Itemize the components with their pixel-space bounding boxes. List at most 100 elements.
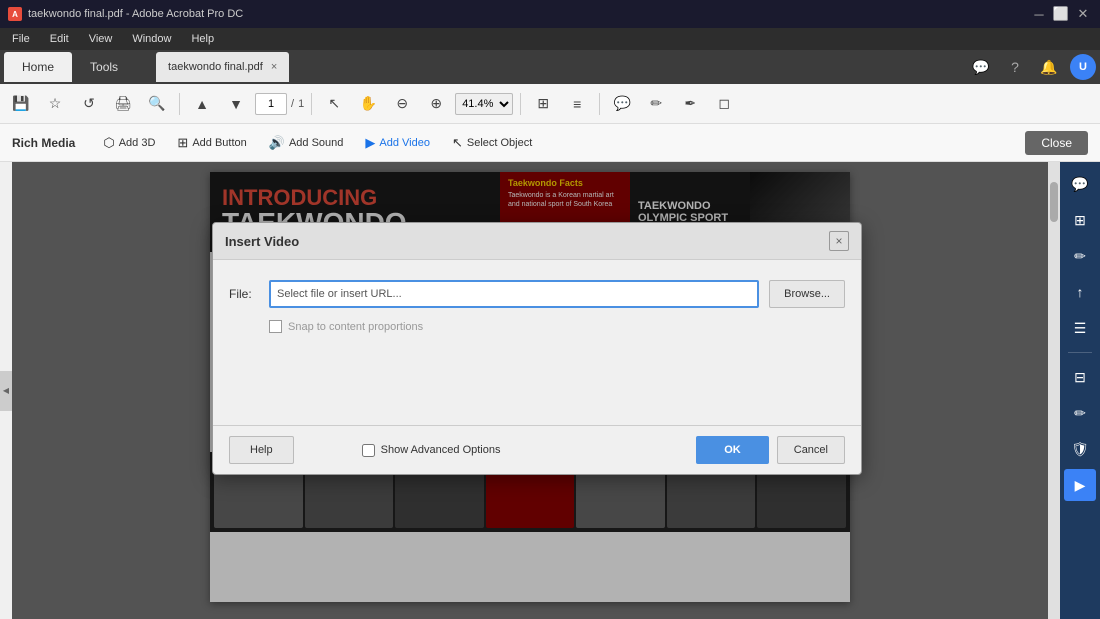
- add-3d-button[interactable]: ⬡ Add 3D: [93, 129, 165, 157]
- restore-button[interactable]: ⬜: [1052, 5, 1070, 23]
- rp-comment-button[interactable]: 💬: [1064, 168, 1096, 200]
- zoom-in-button[interactable]: ⊕: [421, 89, 451, 119]
- app-icon: A: [8, 7, 22, 21]
- file-input[interactable]: [269, 280, 759, 308]
- scroll-thumb[interactable]: [1050, 182, 1058, 222]
- file-label: File:: [229, 287, 259, 301]
- prev-page-button[interactable]: ▲: [187, 89, 217, 119]
- tab-home[interactable]: Home: [4, 52, 72, 82]
- vertical-scrollbar[interactable]: [1048, 162, 1060, 619]
- chat-icon[interactable]: 💬: [968, 54, 994, 80]
- snap-label: Snap to content proportions: [288, 321, 423, 333]
- browse-button[interactable]: Browse...: [769, 280, 845, 308]
- rp-redact-button[interactable]: ✏: [1064, 397, 1096, 429]
- file-row: File: Browse...: [229, 280, 845, 308]
- signature-tool-button[interactable]: ✒: [675, 89, 705, 119]
- ok-button[interactable]: OK: [696, 436, 769, 464]
- rp-organize-button[interactable]: ☰: [1064, 312, 1096, 344]
- rich-media-label: Rich Media: [12, 136, 75, 150]
- menu-bar: File Edit View Window Help: [0, 28, 1100, 50]
- menu-help[interactable]: Help: [183, 31, 222, 47]
- right-panel-separator: [1068, 352, 1092, 353]
- add-3d-icon: ⬡: [103, 135, 114, 151]
- dialog-spacer: [229, 345, 845, 405]
- dialog-body: File: Browse... Snap to content proporti…: [213, 260, 861, 425]
- menu-view[interactable]: View: [81, 31, 121, 47]
- cancel-button[interactable]: Cancel: [777, 436, 845, 464]
- tab-file[interactable]: taekwondo final.pdf ×: [156, 52, 289, 82]
- dialog-overlay: Insert Video × File: Browse... Snap to c…: [12, 162, 1048, 619]
- bookmark-button[interactable]: ☆: [40, 89, 70, 119]
- collapse-panel-button[interactable]: ◀: [0, 371, 12, 411]
- view-mode-button[interactable]: ⊞: [528, 89, 558, 119]
- add-sound-icon: 🔊: [269, 135, 285, 151]
- right-panel: 💬 ⊞ ✏ ↑ ☰ ⊟ ✏ 🛡 ▶: [1060, 162, 1100, 619]
- tab-close-button[interactable]: ×: [271, 61, 277, 73]
- pdf-viewer[interactable]: INTRODUCING TAEKWONDO Taekwondo Facts Ta…: [12, 162, 1048, 619]
- page-total: 1: [298, 98, 304, 110]
- menu-window[interactable]: Window: [124, 31, 179, 47]
- show-advanced-checkbox[interactable]: [362, 444, 375, 457]
- stamp-tool-button[interactable]: ◻: [709, 89, 739, 119]
- minimize-button[interactable]: ─: [1030, 5, 1048, 23]
- toolbar-separator-3: [520, 93, 521, 115]
- menu-edit[interactable]: Edit: [42, 31, 77, 47]
- page-indicator: / 1: [255, 93, 304, 115]
- page-number-input[interactable]: [255, 93, 287, 115]
- snap-row: Snap to content proportions: [269, 320, 845, 333]
- save-button[interactable]: 💾: [6, 89, 36, 119]
- select-object-icon: ↖: [452, 135, 463, 151]
- rich-media-toolbar: Rich Media ⬡ Add 3D ⊞ Add Button 🔊 Add S…: [0, 124, 1100, 162]
- zoom-out-button[interactable]: ⊖: [387, 89, 417, 119]
- comment-tool-button[interactable]: 💬: [607, 89, 637, 119]
- select-tool-button[interactable]: ↖: [319, 89, 349, 119]
- snap-checkbox[interactable]: [269, 320, 282, 333]
- tab-bar: Home Tools taekwondo final.pdf × 💬 ? 🔔 U: [0, 50, 1100, 84]
- notification-icon[interactable]: 🔔: [1036, 54, 1062, 80]
- help-icon[interactable]: ?: [1002, 54, 1028, 80]
- pan-tool-button[interactable]: ✋: [353, 89, 383, 119]
- main-area: ◀ INTRODUCING TAEKWONDO Taekwondo Facts …: [0, 162, 1100, 619]
- show-advanced-label: Show Advanced Options: [381, 444, 501, 456]
- rp-export-button[interactable]: ↑: [1064, 276, 1096, 308]
- window-title: taekwondo final.pdf - Adobe Acrobat Pro …: [28, 8, 243, 20]
- rp-video-button[interactable]: ▶: [1064, 469, 1096, 501]
- title-bar: A taekwondo final.pdf - Adobe Acrobat Pr…: [0, 0, 1100, 28]
- tab-tools[interactable]: Tools: [72, 52, 136, 82]
- next-page-button[interactable]: ▼: [221, 89, 251, 119]
- show-advanced-row: Show Advanced Options: [362, 444, 501, 457]
- rp-layer-button[interactable]: ⊞: [1064, 204, 1096, 236]
- refresh-button[interactable]: ↺: [74, 89, 104, 119]
- zoom-select[interactable]: 41.4%: [455, 93, 513, 115]
- add-sound-button[interactable]: 🔊 Add Sound: [259, 129, 354, 157]
- user-avatar[interactable]: U: [1070, 54, 1096, 80]
- window-controls: ─ ⬜ ✕: [1030, 5, 1092, 23]
- rp-edit-button[interactable]: ✏: [1064, 240, 1096, 272]
- add-video-icon: ▶: [365, 135, 375, 151]
- tab-file-label: taekwondo final.pdf: [168, 61, 263, 73]
- toolbar-separator-1: [179, 93, 180, 115]
- scroll-mode-button[interactable]: ≡: [562, 89, 592, 119]
- dialog-title: Insert Video: [225, 234, 299, 249]
- select-object-button[interactable]: ↖ Select Object: [442, 129, 542, 157]
- menu-file[interactable]: File: [4, 31, 38, 47]
- dialog-close-button[interactable]: ×: [829, 231, 849, 251]
- add-video-button[interactable]: ▶ Add Video: [355, 129, 440, 157]
- main-toolbar: 💾 ☆ ↺ 🖨 🔍 ▲ ▼ / 1 ↖ ✋ ⊖ ⊕ 41.4% ⊞ ≡ 💬 ✏ …: [0, 84, 1100, 124]
- add-button-button[interactable]: ⊞ Add Button: [167, 129, 256, 157]
- dialog-title-bar: Insert Video ×: [213, 223, 861, 260]
- page-separator: /: [291, 98, 294, 110]
- close-window-button[interactable]: ✕: [1074, 5, 1092, 23]
- rp-compare-button[interactable]: ⊟: [1064, 361, 1096, 393]
- toolbar-separator-4: [599, 93, 600, 115]
- toolbar-separator-2: [311, 93, 312, 115]
- rp-protect-button[interactable]: 🛡: [1064, 433, 1096, 465]
- help-button[interactable]: Help: [229, 436, 294, 464]
- print-button[interactable]: 🖨: [108, 89, 138, 119]
- insert-video-dialog: Insert Video × File: Browse... Snap to c…: [212, 222, 862, 475]
- zoom-out-toolbar-button[interactable]: 🔍: [142, 89, 172, 119]
- add-button-icon: ⊞: [177, 135, 188, 151]
- rich-media-close-button[interactable]: Close: [1025, 131, 1088, 155]
- dialog-footer: Help Show Advanced Options OK Cancel: [213, 425, 861, 474]
- pencil-tool-button[interactable]: ✏: [641, 89, 671, 119]
